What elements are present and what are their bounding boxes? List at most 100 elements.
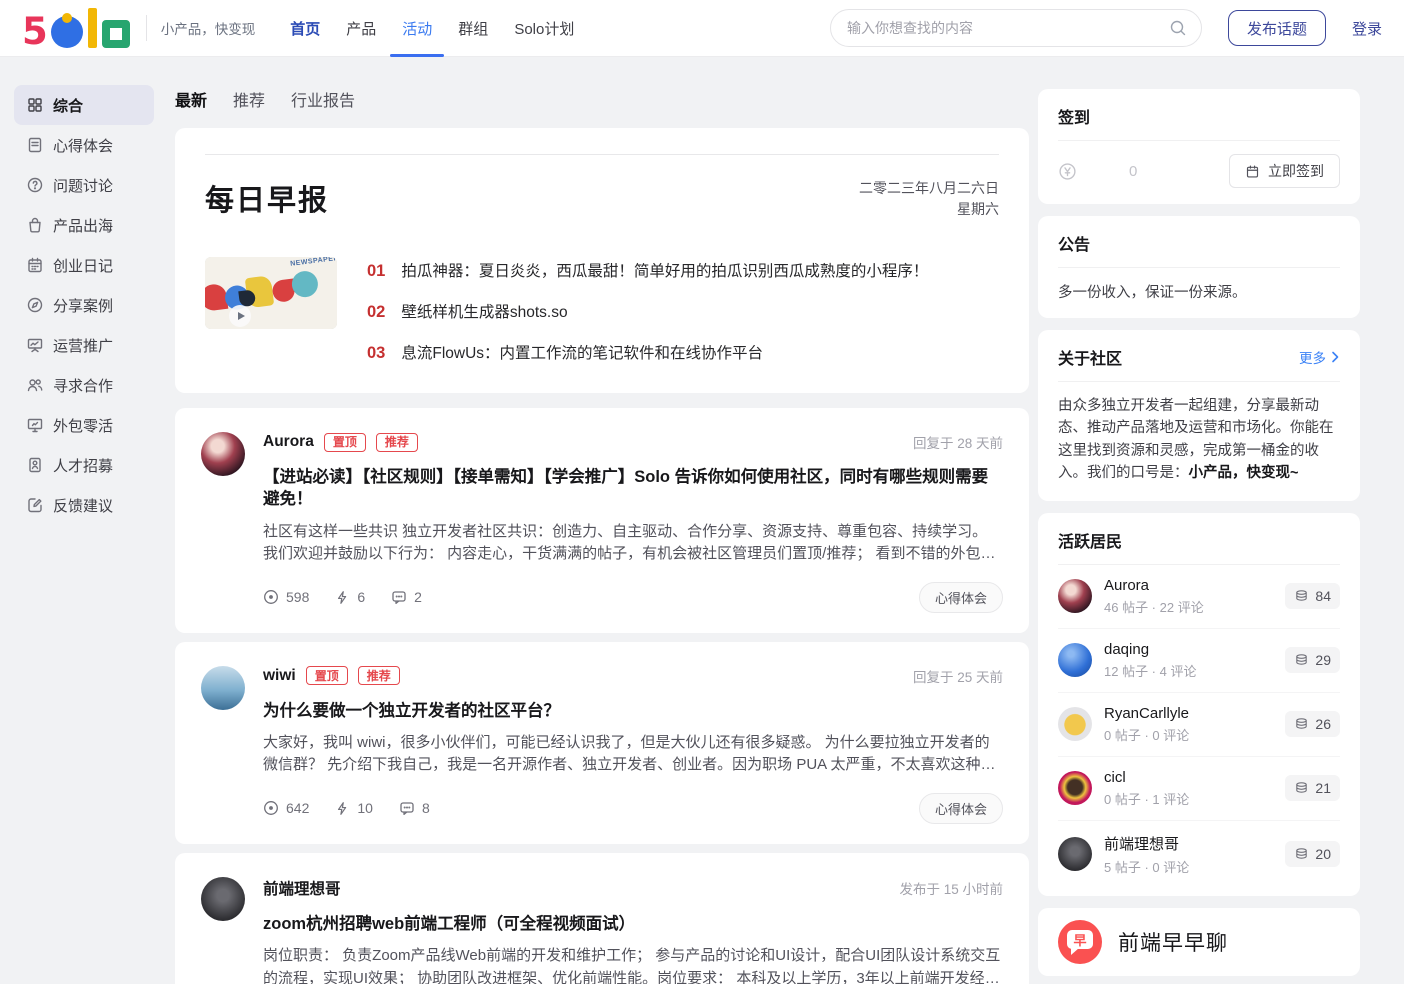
sidebar-item-questions[interactable]: 问题讨论: [14, 165, 154, 205]
question-circle-icon: [26, 176, 44, 194]
category-tag[interactable]: 心得体会: [919, 793, 1003, 824]
monitor-icon: [26, 416, 44, 434]
search-input[interactable]: [847, 20, 1169, 36]
resident-name[interactable]: cicl: [1104, 769, 1189, 786]
resident-meta: 5 帖子 · 0 评论: [1104, 857, 1189, 876]
resident-row[interactable]: Aurora 46 帖子 · 22 评论 84: [1058, 565, 1340, 629]
category-tag[interactable]: 心得体会: [919, 582, 1003, 613]
sidebar-item-recruitment[interactable]: 人才招募: [14, 445, 154, 485]
resident-row[interactable]: daqing 12 帖子 · 4 评论 29: [1058, 629, 1340, 693]
avatar[interactable]: [201, 877, 245, 921]
post-title[interactable]: 【进站必读】【社区规则】【接单需知】【学会推广】Solo 告诉你如何使用社区，同…: [263, 466, 1003, 511]
avatar[interactable]: [1058, 643, 1092, 677]
resident-row[interactable]: RyanCarllyle 0 帖子 · 0 评论 26: [1058, 693, 1340, 757]
about-community-card: 关于社区 更多 由众多独立开发者一起组建，分享最新动态、推动产品落地及运营和市场…: [1038, 330, 1360, 501]
post-title[interactable]: zoom杭州招聘web前端工程师（可全程视频面试）: [263, 913, 1003, 935]
daily-report-item[interactable]: 02 壁纸样机生成器shots.so: [367, 300, 928, 322]
header-divider: [146, 15, 147, 41]
sidebar-item-experience[interactable]: 心得体会: [14, 125, 154, 165]
more-link[interactable]: 更多: [1299, 347, 1340, 367]
daily-report-thumbnail[interactable]: NEWSPAPER: [205, 257, 337, 329]
publish-topic-button[interactable]: 发布话题: [1228, 10, 1326, 46]
category-sidebar: 综合 心得体会 问题讨论 产品出海 创业日记 分享案例 运营推广 寻求合作: [14, 85, 154, 525]
zap-stat[interactable]: 10: [335, 800, 373, 816]
comment-icon: [391, 589, 407, 605]
avatar[interactable]: [1058, 707, 1092, 741]
post-title[interactable]: 为什么要做一个独立开发者的社区平台？: [263, 700, 1003, 722]
post-time: 发布于 15 小时前: [899, 878, 1003, 898]
resident-name[interactable]: RyanCarllyle: [1104, 705, 1189, 722]
resident-score-badge: 26: [1285, 711, 1340, 737]
post-excerpt: 大家好，我叫 wiwi，很多小伙伴们，可能已经认识我了，但是大伙儿还有很多疑惑。…: [263, 732, 1003, 777]
nav-tab-solo-plan[interactable]: Solo计划: [501, 0, 587, 57]
coin-yen-icon: [1058, 162, 1077, 181]
active-residents-card: 活跃居民 Aurora 46 帖子 · 22 评论 84 daqing 12 帖…: [1038, 513, 1360, 896]
search-icon[interactable]: [1169, 19, 1187, 37]
resident-row[interactable]: cicl 0 帖子 · 1 评论 21: [1058, 757, 1340, 821]
sidebar-item-general[interactable]: 综合: [14, 85, 154, 125]
active-residents-title: 活跃居民: [1058, 528, 1340, 552]
tab-recommended[interactable]: 推荐: [233, 87, 265, 111]
resident-name[interactable]: 前端理想哥: [1104, 833, 1189, 854]
post-card[interactable]: wiwi 置顶 推荐 回复于 25 天前 为什么要做一个独立开发者的社区平台？ …: [175, 642, 1029, 844]
comments-stat[interactable]: 2: [391, 589, 422, 605]
announcement-title: 公告: [1058, 231, 1340, 255]
top-header: 5 小产品，快变现 首页 产品 活动 群组 Solo计划 发布话题 登录: [0, 0, 1404, 57]
daily-report-card[interactable]: 每日早报 二零二三年八月二六日 星期六 NEWSPAPER 01: [175, 128, 1029, 393]
resident-row[interactable]: 前端理想哥 5 帖子 · 0 评论 20: [1058, 821, 1340, 880]
checkin-now-button[interactable]: 立即签到: [1229, 154, 1340, 188]
avatar[interactable]: [201, 432, 245, 476]
sidebar-item-marketing[interactable]: 运营推广: [14, 325, 154, 365]
sidebar-item-diary[interactable]: 创业日记: [14, 245, 154, 285]
solo-logo[interactable]: 5: [22, 8, 130, 48]
about-slogan: 小产品，快变现~: [1189, 465, 1299, 481]
post-author[interactable]: 前端理想哥: [263, 877, 341, 899]
recommended-badge: 推荐: [376, 433, 418, 452]
sidebar-item-outsourcing[interactable]: 外包零活: [14, 405, 154, 445]
resident-score-badge: 20: [1285, 841, 1340, 867]
play-icon[interactable]: [229, 305, 251, 327]
post-time: 回复于 28 天前: [913, 432, 1003, 452]
nav-tab-home[interactable]: 首页: [277, 0, 333, 57]
sidebar-item-overseas[interactable]: 产品出海: [14, 205, 154, 245]
resident-score-badge: 29: [1285, 647, 1340, 673]
sidebar-item-feedback[interactable]: 反馈建议: [14, 485, 154, 525]
thumbnail-masthead-text: NEWSPAPER: [206, 257, 337, 278]
avatar[interactable]: [1058, 579, 1092, 613]
post-card[interactable]: Aurora 置顶 推荐 回复于 28 天前 【进站必读】【社区规则】【接单需知…: [175, 408, 1029, 633]
resident-name[interactable]: Aurora: [1104, 577, 1204, 594]
nav-tab-activities[interactable]: 活动: [389, 0, 445, 57]
recommended-badge: 推荐: [358, 666, 400, 685]
views-stat[interactable]: 642: [263, 800, 309, 816]
avatar[interactable]: [1058, 837, 1092, 871]
post-author[interactable]: Aurora: [263, 433, 314, 451]
tab-industry-report[interactable]: 行业报告: [291, 87, 355, 111]
post-excerpt: 社区有这样一些共识 独立开发者社区共识：创造力、自主驱动、合作分享、资源支持、尊…: [263, 521, 1003, 566]
tab-latest[interactable]: 最新: [175, 87, 207, 111]
daily-report-item[interactable]: 01 拍瓜神器：夏日炎炎，西瓜最甜！简单好用的拍瓜识别西瓜成熟度的小程序！: [367, 259, 928, 281]
logo-letter-o-green: [102, 20, 130, 48]
avatar[interactable]: [201, 666, 245, 710]
login-link[interactable]: 登录: [1352, 18, 1382, 39]
avatar[interactable]: [1058, 771, 1092, 805]
pinned-badge: 置顶: [306, 666, 348, 685]
checkin-count: 0: [1129, 163, 1137, 180]
nav-tab-products[interactable]: 产品: [333, 0, 389, 57]
zaozaoliao-banner[interactable]: 早 前端早早聊: [1038, 908, 1360, 976]
zaozaoliao-title: 前端早早聊: [1118, 927, 1228, 957]
comments-stat[interactable]: 8: [399, 800, 430, 816]
resident-name[interactable]: daqing: [1104, 641, 1196, 658]
post-author[interactable]: wiwi: [263, 667, 296, 685]
document-icon: [26, 136, 44, 154]
views-stat[interactable]: 598: [263, 589, 309, 605]
nav-tab-groups[interactable]: 群组: [445, 0, 501, 57]
checkin-title: 签到: [1058, 104, 1340, 128]
pinned-badge: 置顶: [324, 433, 366, 452]
daily-report-item[interactable]: 03 息流FlowUs：内置工作流的笔记软件和在线协作平台: [367, 341, 928, 363]
sidebar-item-cooperation[interactable]: 寻求合作: [14, 365, 154, 405]
post-card[interactable]: 前端理想哥 发布于 15 小时前 zoom杭州招聘web前端工程师（可全程视频面…: [175, 853, 1029, 984]
daily-report-list: 01 拍瓜神器：夏日炎炎，西瓜最甜！简单好用的拍瓜识别西瓜成熟度的小程序！ 02…: [367, 257, 928, 363]
sidebar-item-cases[interactable]: 分享案例: [14, 285, 154, 325]
zap-stat[interactable]: 6: [335, 589, 365, 605]
views-icon: [263, 589, 279, 605]
